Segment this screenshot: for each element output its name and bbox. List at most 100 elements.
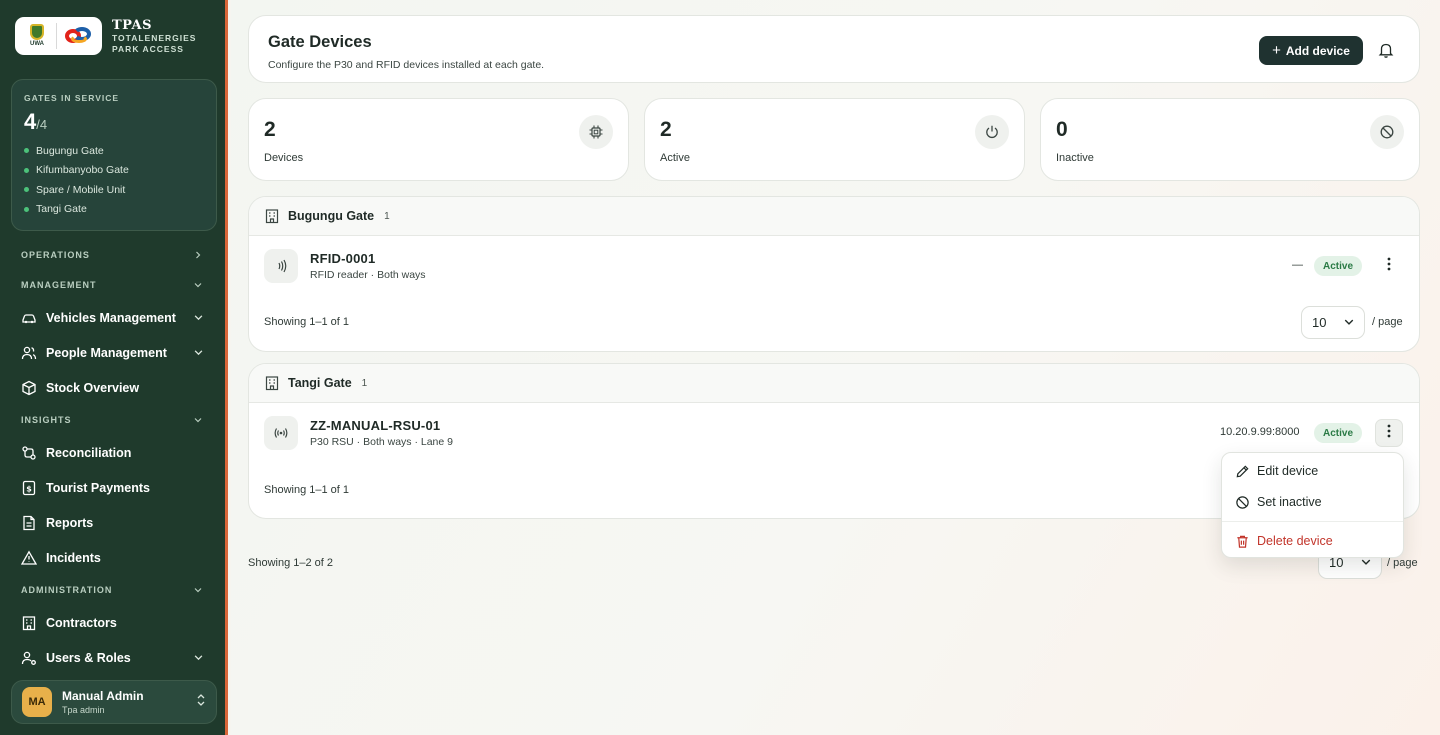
gates-in-service-label: GATES IN SERVICE (24, 93, 120, 103)
chevron-down-icon (193, 415, 203, 425)
file-icon (21, 515, 37, 531)
add-device-button[interactable]: + Add device (1259, 36, 1363, 65)
car-icon (21, 310, 37, 326)
chevron-down-icon (193, 313, 203, 323)
device-actions-button[interactable] (1375, 419, 1403, 447)
device-meta: RFID reader · Both ways (310, 269, 426, 281)
sidebar-item-vehicles-management[interactable]: Vehicles Management (0, 300, 225, 335)
nav-section-management[interactable]: MANAGEMENT (0, 270, 225, 300)
device-ip: 10.20.9.99:8000 (1220, 426, 1300, 438)
gate-list-item: Spare / Mobile Unit (24, 180, 204, 200)
ban-icon (1234, 494, 1250, 510)
receipt-icon: $ (21, 480, 37, 496)
brand-subtitle-1: TOTALENERGIES (112, 32, 197, 43)
sidebar-item-reconciliation[interactable]: Reconciliation (0, 435, 225, 470)
menu-item-set-inactive[interactable]: Set inactive (1222, 488, 1403, 516)
status-dot-icon (24, 206, 29, 212)
nav-section-insights[interactable]: INSIGHTS (0, 405, 225, 435)
avatar: MA (22, 687, 52, 717)
stat-card-active: 2 Active (644, 98, 1025, 181)
gate-name: Bugungu Gate (288, 209, 375, 223)
sidebar-item-contractors[interactable]: Contractors (0, 605, 225, 640)
pagination-summary: Showing 1–1 of 1 (264, 484, 350, 496)
sidebar-item-stock-overview[interactable]: Stock Overview (0, 370, 225, 405)
building-icon (264, 208, 280, 224)
chevron-down-icon (193, 348, 203, 358)
gate-list-item: Bugungu Gate (24, 141, 204, 161)
warning-icon (21, 549, 37, 566)
gate-name: Tangi Gate (288, 376, 352, 390)
uwa-logo-icon: UWA (24, 23, 50, 49)
users-icon (21, 345, 37, 361)
chevron-right-icon (193, 250, 203, 260)
status-badge: Active (1314, 256, 1363, 276)
brand[interactable]: UWA TPAS TOTALENERGIES PARK ACCESS (15, 16, 213, 56)
nav-section-operations[interactable]: OPERATIONS (0, 240, 225, 270)
device-actions-menu: Edit device Set inactive Delete device (1221, 452, 1404, 558)
table-row[interactable]: RFID-0001 RFID reader · Both ways — Acti… (249, 237, 1419, 295)
stat-active-value: 2 (660, 118, 672, 141)
page-header: Gate Devices Configure the P30 and RFID … (248, 15, 1420, 83)
status-badge: Active (1314, 423, 1363, 443)
stat-devices-value: 2 (264, 118, 276, 141)
brand-subtitle-2: PARK ACCESS (112, 43, 184, 54)
per-page-label-total: / page (1387, 557, 1418, 569)
gate-group-header: Tangi Gate 1 (249, 364, 1419, 403)
stat-active-label: Active (660, 152, 690, 164)
device-name: ZZ-MANUAL-RSU-01 (310, 418, 441, 433)
chevron-down-icon (193, 585, 203, 595)
rfid-icon (264, 249, 298, 283)
chevron-down-icon (193, 280, 203, 290)
more-vertical-icon (1387, 424, 1391, 443)
pagination-summary-total: Showing 1–2 of 2 (248, 557, 334, 569)
menu-item-edit-device[interactable]: Edit device (1222, 457, 1403, 485)
gate-group-header: Bugungu Gate 1 (249, 197, 1419, 236)
status-dot-icon (24, 167, 29, 173)
plus-icon: + (1272, 42, 1281, 59)
chevron-down-icon (193, 653, 203, 663)
totalenergies-logo-icon (63, 25, 93, 47)
gates-list: Bugungu Gate Kifumbanyobo Gate Spare / M… (24, 141, 204, 219)
sidebar: UWA TPAS TOTALENERGIES PARK ACCESS GATES… (0, 0, 228, 735)
menu-item-delete-device[interactable]: Delete device (1222, 527, 1403, 555)
chevron-up-down-icon (196, 693, 206, 712)
chevron-down-icon (1344, 315, 1354, 330)
device-ip: — (1292, 259, 1303, 271)
menu-divider (1222, 521, 1403, 522)
nav-section-administration[interactable]: ADMINISTRATION (0, 575, 225, 605)
pencil-icon (1234, 463, 1250, 479)
page-title: Gate Devices (268, 33, 372, 51)
user-menu[interactable]: MA Manual Admin Tpa admin (11, 680, 217, 724)
gates-in-service-count: 4/4 (24, 109, 48, 134)
gate-list-item: Tangi Gate (24, 200, 204, 220)
per-page-label: / page (1372, 316, 1403, 328)
stat-card-devices: 2 Devices (248, 98, 629, 181)
user-name: Manual Admin (62, 689, 144, 703)
sidebar-item-people-management[interactable]: People Management (0, 335, 225, 370)
pagination-summary: Showing 1–1 of 1 (264, 316, 350, 328)
gate-device-count: 1 (361, 377, 368, 389)
gate-group-bugungu: Bugungu Gate 1 RFID-0001 RFID reader · B… (248, 196, 1420, 352)
device-actions-button[interactable] (1375, 252, 1403, 280)
main-content: Gate Devices Configure the P30 and RFID … (231, 0, 1440, 735)
gate-device-count: 1 (384, 210, 390, 222)
stat-inactive-value: 0 (1056, 118, 1068, 141)
ban-icon (1370, 115, 1404, 149)
user-cog-icon (21, 650, 37, 666)
reconcile-icon (21, 445, 37, 461)
chip-icon (579, 115, 613, 149)
bell-icon[interactable] (1377, 41, 1395, 59)
sidebar-item-tourist-payments[interactable]: $ Tourist Payments (0, 470, 225, 505)
sidebar-item-reports[interactable]: Reports (0, 505, 225, 540)
sidebar-item-users-roles[interactable]: Users & Roles (0, 640, 225, 675)
sidebar-nav: OPERATIONS MANAGEMENT Vehicles Managemen… (0, 240, 225, 675)
page-size-select[interactable]: 10 (1301, 306, 1365, 339)
trash-icon (1234, 533, 1250, 549)
stat-card-inactive: 0 Inactive (1040, 98, 1420, 181)
user-role: Tpa admin (62, 705, 105, 715)
gates-in-service-card: GATES IN SERVICE 4/4 Bugungu Gate Kifumb… (11, 79, 217, 231)
status-dot-icon (24, 148, 29, 154)
broadcast-icon (264, 416, 298, 450)
power-icon (975, 115, 1009, 149)
sidebar-item-incidents[interactable]: Incidents (0, 540, 225, 575)
